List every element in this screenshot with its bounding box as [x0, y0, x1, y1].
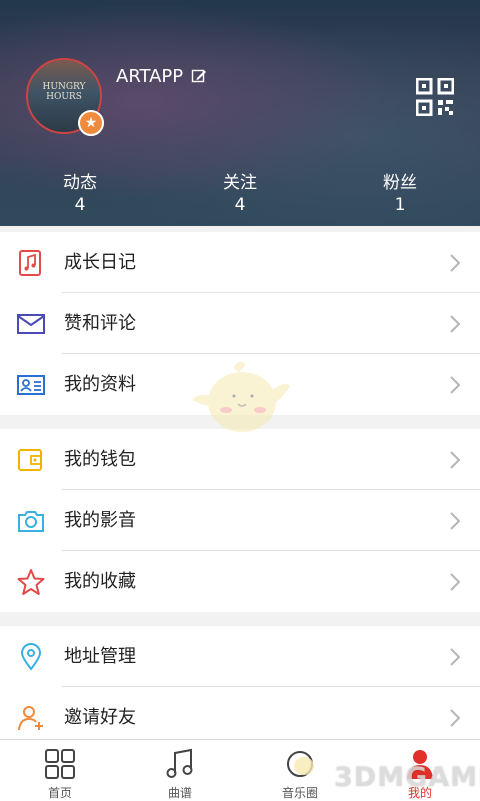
menu-section-2: 我的钱包 我的影音 我的收藏 [0, 429, 480, 612]
menu-item-growth-diary[interactable]: 成长日记 [0, 232, 480, 293]
tab-music-circle[interactable]: 音乐圈 [255, 740, 345, 801]
stat-label: 动态 [63, 173, 97, 193]
username: ARTAPP [116, 66, 184, 87]
menu-item-label: 我的资料 [64, 374, 136, 395]
profile-stats: 动态 4 关注 4 粉丝 1 [0, 172, 480, 222]
menu-item-label: 成长日记 [64, 252, 136, 273]
edit-icon[interactable] [191, 68, 207, 84]
chevron-right-icon [450, 512, 460, 530]
menu-item-invite-friends[interactable]: 邀请好友 [0, 687, 480, 739]
avatar-album-text: HUNGRY HOURS [42, 82, 86, 102]
stat-following[interactable]: 关注 4 [180, 172, 300, 216]
music-note-icon [166, 748, 193, 778]
menu-item-label: 我的收藏 [64, 571, 136, 592]
grid-icon [45, 749, 75, 779]
star-icon [17, 569, 45, 595]
chevron-right-icon [450, 254, 460, 272]
circle-icon [287, 751, 314, 777]
avatar-container[interactable]: HUNGRY HOURS ★ [26, 58, 104, 136]
qr-code-icon[interactable] [416, 78, 454, 116]
stat-value: 1 [394, 195, 406, 215]
chevron-right-icon [450, 709, 460, 727]
menu-item-label: 我的影音 [64, 510, 136, 531]
menu-section-3: 地址管理 邀请好友 [0, 626, 480, 739]
menu-item-label: 我的钱包 [64, 449, 136, 470]
menu-item-label: 地址管理 [64, 646, 136, 667]
menu-item-label: 赞和评论 [64, 313, 136, 334]
chevron-right-icon [450, 376, 460, 394]
watermark-logo: 3DMGAME [334, 762, 480, 793]
menu-item-my-media[interactable]: 我的影音 [0, 490, 480, 551]
mascot-overlay [192, 361, 290, 432]
tab-label: 曲谱 [167, 786, 192, 800]
stat-posts[interactable]: 动态 4 [20, 172, 140, 216]
stat-value: 4 [74, 195, 86, 215]
add-user-icon [18, 706, 43, 731]
chevron-right-icon [450, 573, 460, 591]
star-badge-icon: ★ [78, 110, 104, 136]
music-note-icon [19, 250, 41, 276]
envelope-icon [17, 314, 45, 334]
tab-sheet-music[interactable]: 曲谱 [135, 740, 225, 801]
menu-item-address-management[interactable]: 地址管理 [0, 626, 480, 687]
id-card-icon [17, 375, 45, 395]
tab-label: 音乐圈 [281, 786, 318, 800]
stat-followers[interactable]: 粉丝 1 [340, 172, 460, 216]
menu-item-my-favorites[interactable]: 我的收藏 [0, 551, 480, 612]
stat-value: 4 [234, 195, 246, 215]
chevron-right-icon [450, 451, 460, 469]
stat-label: 粉丝 [383, 173, 417, 193]
profile-header: HUNGRY HOURS ★ ARTAPP 动态 4 关注 4 粉丝 1 [0, 0, 480, 226]
wallet-icon [18, 449, 42, 471]
chevron-right-icon [450, 315, 460, 333]
stat-label: 关注 [223, 173, 257, 193]
chevron-right-icon [450, 648, 460, 666]
tab-home[interactable]: 首页 [15, 740, 105, 801]
location-pin-icon [20, 643, 42, 671]
menu-item-likes-comments[interactable]: 赞和评论 [0, 293, 480, 354]
camera-icon [18, 511, 44, 532]
tab-label: 首页 [47, 786, 72, 800]
